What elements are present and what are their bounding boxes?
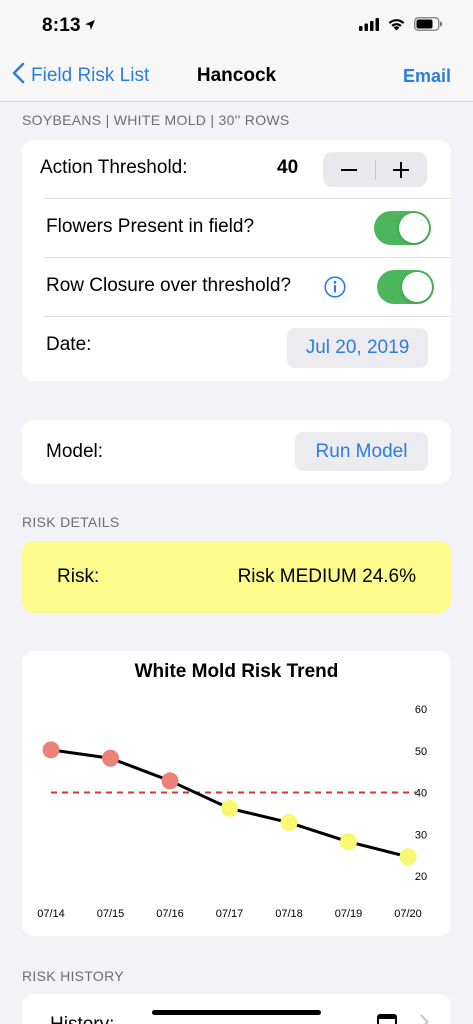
date-label: Date:	[46, 334, 92, 355]
field-section-header: SOYBEANS | WHITE MOLD | 30'' ROWS	[22, 112, 290, 128]
x-tick-label: 07/18	[275, 908, 303, 920]
x-tick-label: 07/15	[97, 908, 125, 920]
action-threshold-label: Action Threshold:	[40, 157, 188, 178]
navigation-bar: Field Risk List Hancock Email	[0, 52, 473, 102]
toggle-knob	[399, 213, 429, 243]
risk-label: Risk:	[57, 566, 100, 587]
risk-card: Risk: Risk MEDIUM 24.6%	[22, 541, 451, 613]
row-closure-row: Row Closure over threshold?	[22, 258, 451, 316]
y-tick-label: 50	[415, 746, 427, 758]
status-time: 8:13	[42, 15, 81, 36]
y-tick-label: 40	[415, 788, 427, 800]
chevron-right-icon	[420, 1014, 429, 1024]
minus-icon	[340, 168, 357, 171]
date-row: Date: Jul 20, 2019	[22, 317, 451, 375]
model-card: Model: Run Model	[22, 420, 451, 484]
data-point	[340, 833, 357, 851]
risk-trend-chart: 60 50 40 30 20 07/14 07/15 07/16 07/17 07/18 07/19…	[37, 704, 427, 920]
history-row[interactable]: History:	[22, 994, 451, 1024]
x-tick-label: 07/20	[394, 908, 422, 920]
data-point	[42, 741, 60, 759]
plus-icon	[393, 161, 410, 178]
x-tick-label: 07/14	[37, 908, 65, 920]
y-tick-label: 20	[415, 871, 427, 883]
wifi-icon	[387, 17, 406, 36]
risk-history-header: RISK HISTORY	[22, 968, 124, 984]
model-label: Model:	[46, 441, 104, 462]
history-label: History:	[50, 1014, 114, 1024]
data-point	[221, 799, 238, 817]
run-model-button[interactable]: Run Model	[295, 432, 428, 471]
row-closure-label: Row Closure over threshold?	[46, 275, 292, 296]
risk-details-header: RISK DETAILS	[22, 514, 120, 530]
data-point	[161, 772, 179, 790]
field-settings-card: Action Threshold: 40 Flowers Present in …	[22, 140, 451, 381]
status-bar: 8:13	[0, 0, 473, 52]
y-tick-label: 30	[415, 829, 427, 841]
risk-value: Risk MEDIUM 24.6%	[237, 566, 416, 587]
data-point	[399, 848, 417, 866]
date-picker-button[interactable]: Jul 20, 2019	[287, 328, 428, 368]
risk-trend-chart-card: White Mold Risk Trend 60 50 40 30 20 07/14 07/…	[22, 651, 451, 936]
calendar-icon	[376, 1012, 398, 1024]
location-arrow-icon	[84, 18, 96, 36]
row-closure-toggle[interactable]	[377, 270, 434, 304]
flowers-present-label: Flowers Present in field?	[46, 216, 255, 237]
increment-button[interactable]	[375, 152, 427, 187]
flowers-present-toggle[interactable]	[374, 211, 431, 245]
info-icon[interactable]	[324, 276, 346, 303]
action-threshold-row: Action Threshold: 40	[22, 140, 451, 198]
x-tick-label: 07/19	[335, 908, 363, 920]
data-point	[102, 749, 119, 767]
flowers-present-row: Flowers Present in field?	[22, 199, 451, 257]
toggle-knob	[402, 272, 432, 302]
action-threshold-stepper[interactable]	[323, 152, 427, 187]
cellular-signal-icon	[359, 17, 379, 36]
email-button[interactable]: Email	[403, 66, 451, 87]
data-point	[280, 814, 298, 832]
action-threshold-value: 40	[277, 157, 299, 178]
x-tick-label: 07/17	[216, 908, 244, 920]
x-tick-label: 07/16	[156, 908, 184, 920]
battery-icon	[414, 17, 443, 36]
decrement-button[interactable]	[323, 152, 375, 187]
home-indicator	[152, 1010, 321, 1015]
y-tick-label: 60	[415, 704, 427, 716]
